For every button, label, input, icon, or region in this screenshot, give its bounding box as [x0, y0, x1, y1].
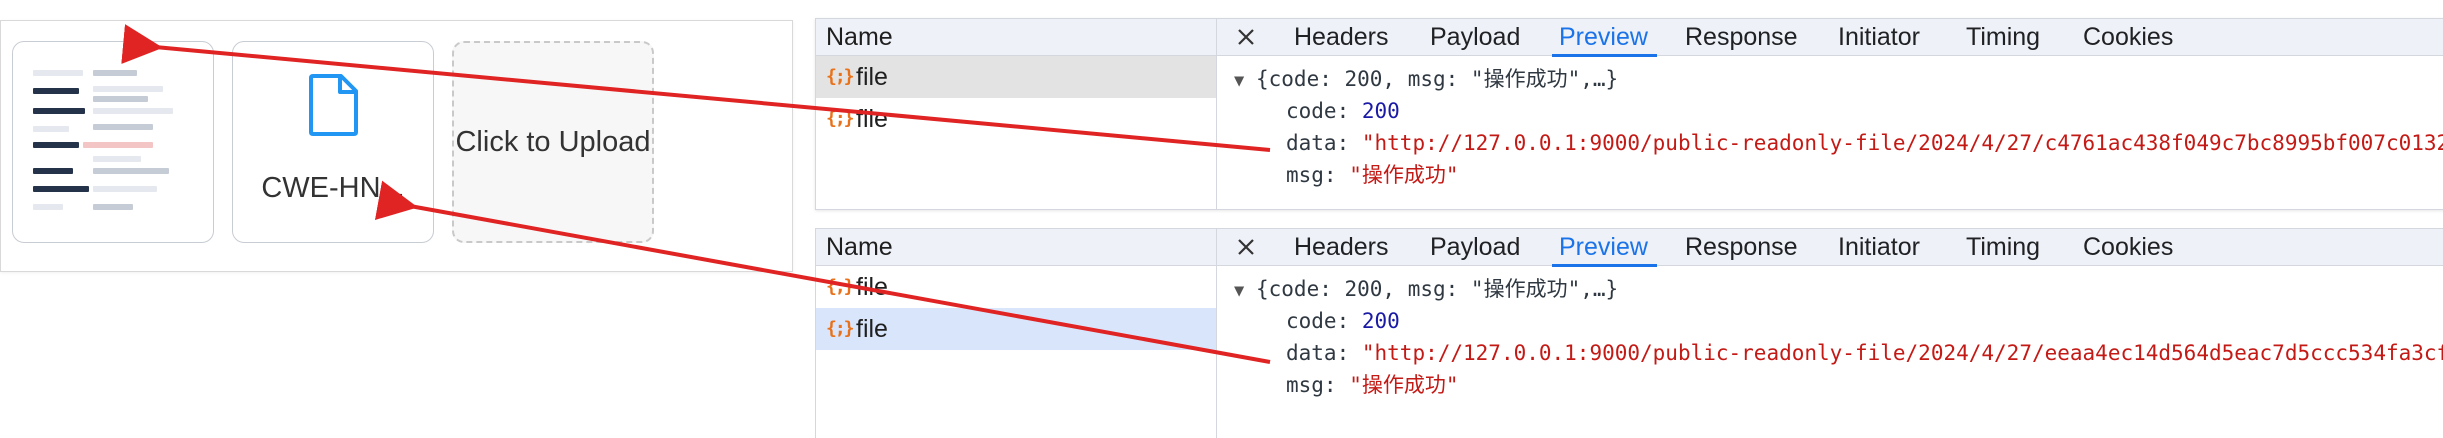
msg-key: msg: [1286, 163, 1337, 187]
name-column-header[interactable]: Name [826, 19, 893, 55]
preview-data-row: data: "http://127.0.0.1:9000/public-read… [1234, 337, 2443, 369]
uploaded-image-card[interactable] [12, 41, 214, 243]
document-icon [309, 74, 358, 136]
pane-divider[interactable] [1216, 19, 1217, 209]
tab-cookies[interactable]: Cookies [2083, 19, 2173, 55]
json-icon: {;} [826, 108, 854, 129]
preview-data-row: data: "http://127.0.0.1:9000/public-read… [1234, 127, 2443, 159]
preview-summary-row[interactable]: ▼ {code: 200, msg: "操作成功",…} [1234, 63, 2443, 95]
file-name-label: CWE-HN... [261, 172, 405, 204]
image-thumbnail [33, 68, 193, 218]
msg-value: "操作成功" [1349, 373, 1459, 397]
json-icon: {;} [826, 66, 854, 87]
data-value[interactable]: "http://127.0.0.1:9000/public-readonly-f… [1362, 131, 2443, 155]
tab-preview[interactable]: Preview [1552, 229, 1657, 267]
data-value[interactable]: "http://127.0.0.1:9000/public-readonly-f… [1362, 341, 2443, 365]
json-icon: {;} [826, 276, 854, 297]
preview-code-row: code: 200 [1234, 305, 2443, 337]
json-preview: ▼ {code: 200, msg: "操作成功",…} code: 200 da… [1234, 63, 2443, 191]
uploaded-file-card[interactable]: CWE-HN... [232, 41, 434, 243]
preview-summary: {code: 200, msg: "操作成功",…} [1256, 277, 1619, 301]
request-row[interactable]: {;} file [816, 56, 1216, 98]
tab-response[interactable]: Response [1685, 229, 1798, 265]
request-row[interactable]: {;} file [816, 98, 1216, 140]
expand-triangle-icon[interactable]: ▼ [1234, 65, 1256, 97]
tab-timing[interactable]: Timing [1966, 229, 2040, 265]
code-key: code: [1286, 309, 1350, 333]
code-key: code: [1286, 99, 1350, 123]
tab-timing[interactable]: Timing [1966, 19, 2040, 55]
tab-headers[interactable]: Headers [1294, 229, 1389, 265]
tab-payload[interactable]: Payload [1430, 229, 1520, 265]
data-key: data: [1286, 341, 1350, 365]
msg-value: "操作成功" [1349, 163, 1459, 187]
close-icon[interactable] [1234, 235, 1258, 259]
upload-button-label: Click to Upload [455, 125, 651, 158]
devtools-network-panel-bottom: Name Headers Payload Preview Response In… [815, 228, 2443, 438]
pane-divider[interactable] [1216, 229, 1217, 438]
request-list: {;} file {;} file [816, 56, 1216, 140]
request-list: {;} file {;} file [816, 266, 1216, 350]
name-column-header[interactable]: Name [826, 229, 893, 265]
json-preview: ▼ {code: 200, msg: "操作成功",…} code: 200 da… [1234, 273, 2443, 401]
msg-key: msg: [1286, 373, 1337, 397]
preview-code-row: code: 200 [1234, 95, 2443, 127]
tab-response[interactable]: Response [1685, 19, 1798, 55]
tab-preview[interactable]: Preview [1552, 19, 1657, 57]
request-row[interactable]: {;} file [816, 308, 1216, 350]
preview-summary-row[interactable]: ▼ {code: 200, msg: "操作成功",…} [1234, 273, 2443, 305]
devtools-network-panel-top: Name Headers Payload Preview Response In… [815, 18, 2443, 210]
request-name: file [856, 315, 888, 343]
tab-headers[interactable]: Headers [1294, 19, 1389, 55]
tab-payload[interactable]: Payload [1430, 19, 1520, 55]
expand-triangle-icon[interactable]: ▼ [1234, 275, 1256, 307]
request-name: file [856, 63, 888, 91]
upload-button[interactable]: Click to Upload [452, 41, 654, 243]
tab-initiator[interactable]: Initiator [1838, 19, 1920, 55]
tab-initiator[interactable]: Initiator [1838, 229, 1920, 265]
tab-cookies[interactable]: Cookies [2083, 229, 2173, 265]
code-value: 200 [1361, 309, 1400, 333]
preview-msg-row: msg: "操作成功" [1234, 369, 2443, 401]
json-icon: {;} [826, 318, 854, 339]
request-row[interactable]: {;} file [816, 266, 1216, 308]
preview-summary: {code: 200, msg: "操作成功",…} [1256, 67, 1619, 91]
code-value: 200 [1361, 99, 1400, 123]
request-name: file [856, 273, 888, 301]
devtools-header: Name Headers Payload Preview Response In… [816, 19, 2443, 57]
devtools-header: Name Headers Payload Preview Response In… [816, 229, 2443, 267]
close-icon[interactable] [1234, 25, 1258, 49]
request-name: file [856, 105, 888, 133]
data-key: data: [1286, 131, 1350, 155]
preview-msg-row: msg: "操作成功" [1234, 159, 2443, 191]
upload-panel: CWE-HN... Click to Upload [0, 20, 793, 272]
